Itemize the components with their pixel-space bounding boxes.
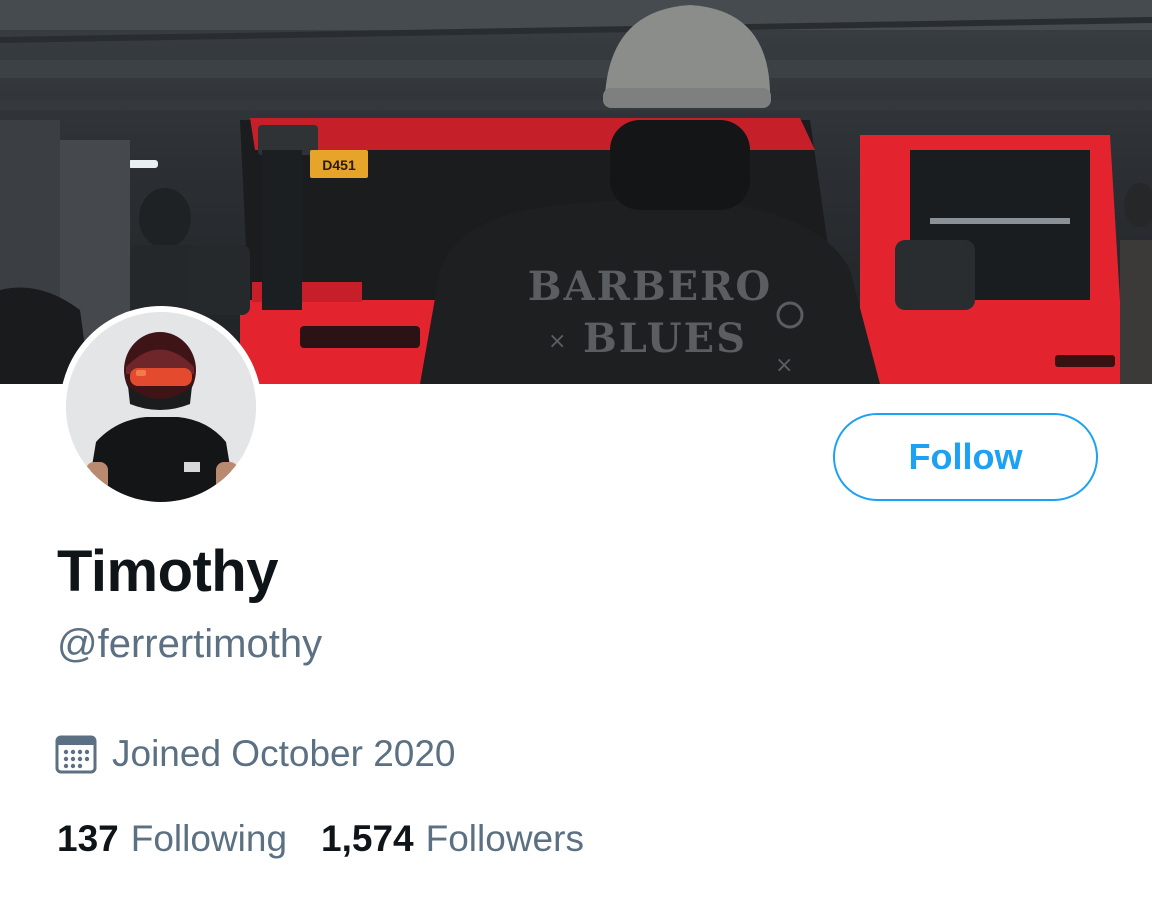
- follow-button[interactable]: Follow: [833, 413, 1098, 501]
- avatar-photo: [66, 312, 256, 502]
- joined-date-text: Joined October 2020: [112, 733, 456, 774]
- user-handle: @ferrertimothy: [57, 622, 323, 666]
- following-count: 137: [57, 818, 119, 859]
- follow-stats: 137 Following 1,574 Followers: [57, 818, 618, 860]
- followers-label: Followers: [425, 818, 584, 859]
- followers-count: 1,574: [321, 818, 414, 859]
- shirt-print-line2: BLUES: [583, 315, 747, 362]
- shirt-print-line1: BARBERO: [528, 263, 772, 310]
- followers-link[interactable]: 1,574 Followers: [321, 818, 584, 860]
- calendar-icon: [55, 735, 97, 774]
- svg-text:×: ×: [775, 353, 793, 378]
- joined-date-row: Joined October 2020: [54, 732, 456, 776]
- profile-avatar[interactable]: [60, 306, 262, 508]
- banner-plate-text: D451: [322, 157, 356, 173]
- following-label: Following: [130, 818, 288, 859]
- svg-text:×: ×: [548, 329, 566, 354]
- display-name: Timothy: [57, 539, 279, 604]
- following-link[interactable]: 137 Following: [57, 818, 287, 860]
